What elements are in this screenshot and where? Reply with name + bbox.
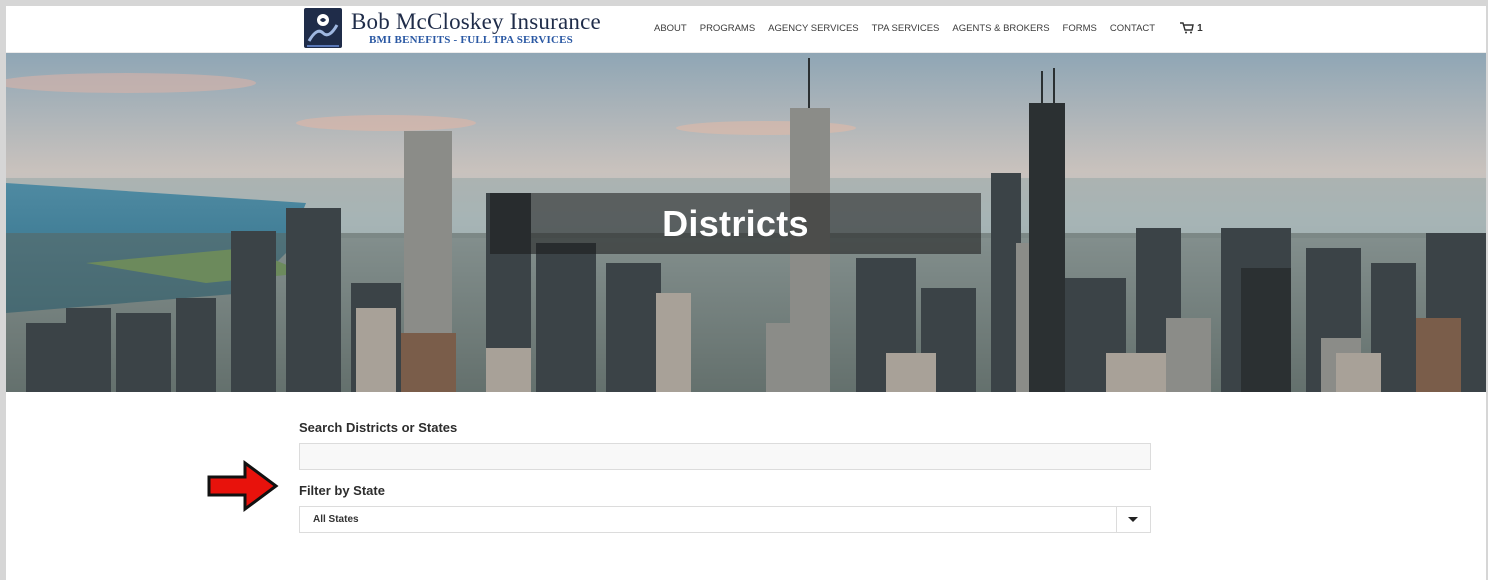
logo-emblem-icon — [304, 8, 342, 48]
cart-button[interactable]: 1 — [1180, 22, 1203, 34]
select-divider — [1116, 507, 1117, 532]
nav-tpa-services[interactable]: TPA SERVICES — [872, 23, 940, 34]
search-label: Search Districts or States — [299, 420, 458, 435]
nav-programs[interactable]: PROGRAMS — [700, 23, 755, 34]
main-navigation: ABOUT PROGRAMS AGENCY SERVICES TPA SERVI… — [654, 22, 1203, 34]
nav-forms[interactable]: FORMS — [1063, 23, 1097, 34]
brand-tagline: BMI BENEFITS - FULL TPA SERVICES — [369, 34, 573, 46]
nav-agents-brokers[interactable]: AGENTS & BROKERS — [952, 23, 1049, 34]
cart-icon — [1180, 22, 1194, 34]
chevron-down-icon[interactable] — [1128, 517, 1138, 522]
nav-about[interactable]: ABOUT — [654, 23, 687, 34]
hero-banner: Districts — [6, 53, 1486, 392]
filter-label: Filter by State — [299, 483, 385, 498]
search-input[interactable] — [299, 443, 1151, 470]
red-arrow-annotation — [207, 460, 279, 512]
state-filter-value: All States — [313, 514, 359, 525]
site-header: Bob McCloskey Insurance BMI BENEFITS - F… — [6, 6, 1486, 53]
state-filter-select[interactable]: All States — [299, 506, 1151, 533]
site-logo[interactable]: Bob McCloskey Insurance BMI BENEFITS - F… — [303, 6, 601, 50]
page-title: Districts — [662, 202, 809, 244]
nav-agency-services[interactable]: AGENCY SERVICES — [768, 23, 858, 34]
brand-name: Bob McCloskey Insurance — [351, 9, 601, 34]
nav-contact[interactable]: CONTACT — [1110, 23, 1155, 34]
district-search-form: Search Districts or States Filter by Sta… — [299, 420, 1151, 533]
hero-title-box: Districts — [490, 193, 981, 254]
cart-count: 1 — [1197, 22, 1203, 34]
